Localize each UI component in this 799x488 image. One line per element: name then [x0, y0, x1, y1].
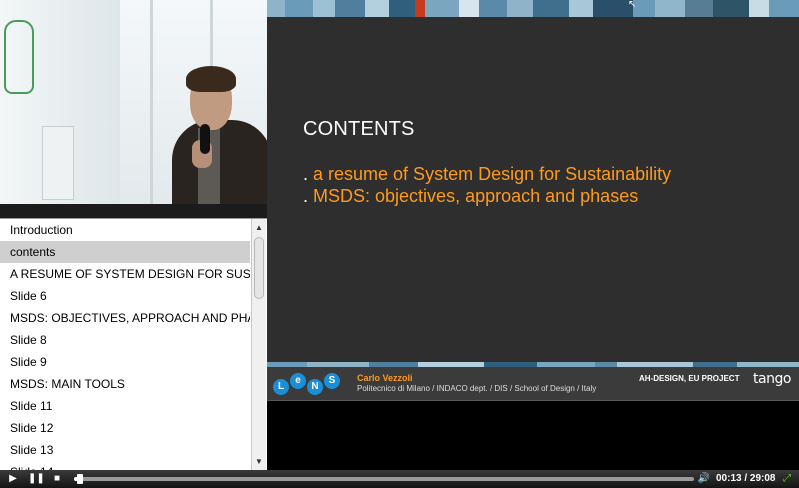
- lens-logo-letter: S: [324, 373, 340, 389]
- pause-button[interactable]: ❚❚: [28, 470, 45, 488]
- chapter-item[interactable]: MSDS: OBJECTIVES, APPROACH AND PHASES: [0, 307, 250, 329]
- speaker-affiliation: Politecnico di Milano / INDACO dept. / D…: [357, 384, 597, 393]
- stripe: [507, 0, 533, 17]
- stripe: [633, 0, 655, 17]
- stripe: [479, 0, 507, 17]
- video-mullion: [150, 0, 153, 204]
- tango-logo: tango: [753, 371, 791, 387]
- fullscreen-icon[interactable]: ⤢: [780, 470, 794, 488]
- volume-icon[interactable]: 🔊: [697, 470, 711, 488]
- chapter-item[interactable]: A RESUME OF SYSTEM DESIGN FOR SUSTAINABI…: [0, 263, 250, 285]
- stripe: [415, 0, 425, 17]
- speaker-video[interactable]: [0, 0, 267, 204]
- chapter-item[interactable]: Slide 12: [0, 417, 250, 439]
- slide-bottom-space: [267, 401, 799, 470]
- chapter-item[interactable]: MSDS: MAIN TOOLS: [0, 373, 250, 395]
- chapter-item[interactable]: Slide 6: [0, 285, 250, 307]
- slide-area: CONTENTS . a resume of System Design for…: [267, 0, 799, 362]
- lens-logo-letter: L: [273, 379, 289, 395]
- seek-handle[interactable]: [76, 474, 83, 484]
- chapter-item[interactable]: Slide 8: [0, 329, 250, 351]
- slide-bullet: . a resume of System Design for Sustaina…: [303, 163, 671, 185]
- time-total: 29:08: [749, 473, 776, 484]
- chapter-item[interactable]: Slide 9: [0, 351, 250, 373]
- time-current: 00:13: [716, 473, 742, 484]
- stripe: [685, 0, 713, 17]
- slide-bullet: . MSDS: objectives, approach and phases: [303, 185, 671, 207]
- scroll-up-icon[interactable]: ▲: [252, 221, 266, 235]
- stripe: [713, 0, 749, 17]
- seek-bar[interactable]: [74, 474, 694, 484]
- lens-logo-letter: e: [290, 373, 306, 389]
- video-bottom-bar: [0, 204, 267, 218]
- stripe: [267, 0, 285, 17]
- chapter-item[interactable]: contents: [0, 241, 250, 263]
- stripe: [749, 0, 769, 17]
- stripe: [459, 0, 479, 17]
- lens-logo: LeNS: [273, 373, 340, 395]
- microphone: [200, 124, 210, 154]
- stripe: [365, 0, 389, 17]
- lens-logo-letter: N: [307, 379, 323, 395]
- stripe: [389, 0, 415, 17]
- player-controls: ▶ ❚❚ ■ 🔊 00:13 / 29:08 ⤢: [0, 470, 799, 488]
- chapter-item[interactable]: Introduction: [0, 219, 250, 241]
- chapter-list[interactable]: Introduction contents A RESUME OF SYSTEM D…: [0, 218, 267, 470]
- bullet-marker: .: [303, 186, 314, 206]
- chapter-items: Introduction contents A RESUME OF SYSTEM D…: [0, 219, 250, 470]
- stripe: [425, 0, 459, 17]
- scroll-down-icon[interactable]: ▼: [252, 455, 266, 469]
- video-cable: [4, 20, 34, 94]
- stop-button[interactable]: ■: [50, 470, 64, 488]
- chapter-item[interactable]: Slide 14: [0, 461, 250, 470]
- speaker-hair: [186, 66, 236, 92]
- slide-bullets: . a resume of System Design for Sustaina…: [303, 163, 671, 207]
- chapter-item[interactable]: Slide 11: [0, 395, 250, 417]
- project-label: AH-DESIGN, EU PROJECT: [639, 374, 740, 383]
- play-button[interactable]: ▶: [6, 470, 20, 488]
- stripe: [655, 0, 685, 17]
- bullet-marker: .: [303, 164, 314, 184]
- bullet-text: MSDS: objectives, approach and phases: [313, 186, 639, 206]
- stripe: [313, 0, 335, 17]
- time-separator: /: [741, 473, 750, 484]
- stripe: [569, 0, 593, 17]
- time-display: 00:13 / 29:08: [716, 470, 776, 488]
- stripe: [533, 0, 569, 17]
- bullet-text: a resume of System Design for Sustainabi…: [313, 164, 672, 184]
- mouse-cursor-icon: ↖: [628, 0, 637, 10]
- stripe: [593, 0, 633, 17]
- stripe: [285, 0, 313, 17]
- slide-footer: LeNS Carlo Vezzoli Politecnico di Milano…: [267, 367, 799, 401]
- stripe: [335, 0, 365, 17]
- scroll-thumb[interactable]: [254, 237, 264, 299]
- video-cabinet: [42, 126, 74, 200]
- chapter-scrollbar[interactable]: ▲ ▼: [251, 219, 266, 470]
- slide-header-stripes: [267, 0, 799, 17]
- slide-title: CONTENTS: [303, 118, 415, 140]
- speaker-name: Carlo Vezzoli: [357, 373, 413, 383]
- chapter-item[interactable]: Slide 13: [0, 439, 250, 461]
- stripe: [769, 0, 799, 17]
